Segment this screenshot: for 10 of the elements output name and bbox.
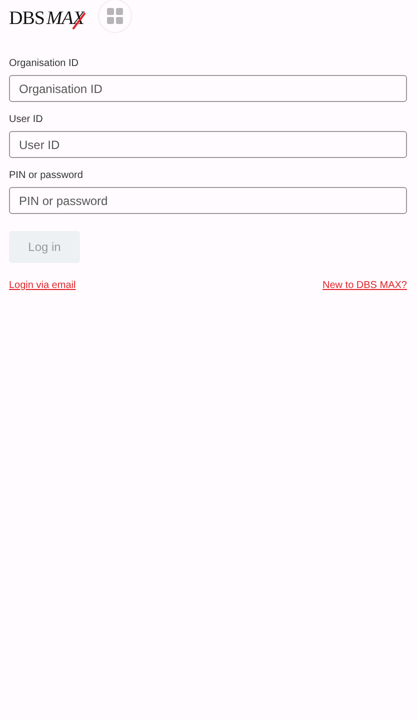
- field-label: Organisation ID: [9, 58, 80, 69]
- link[interactable]: Login via email: [9, 280, 76, 291]
- input-field[interactable]: PIN or password: [9, 187, 407, 214]
- apps-button[interactable]: [98, 0, 132, 33]
- field-label: User ID: [9, 114, 44, 125]
- input-field[interactable]: User ID: [9, 131, 407, 158]
- grid-icon: [107, 8, 124, 24]
- input-field[interactable]: Organisation ID: [9, 75, 407, 102]
- link[interactable]: New to DBS MAX?: [322, 280, 407, 291]
- field-label: PIN or password: [9, 170, 84, 181]
